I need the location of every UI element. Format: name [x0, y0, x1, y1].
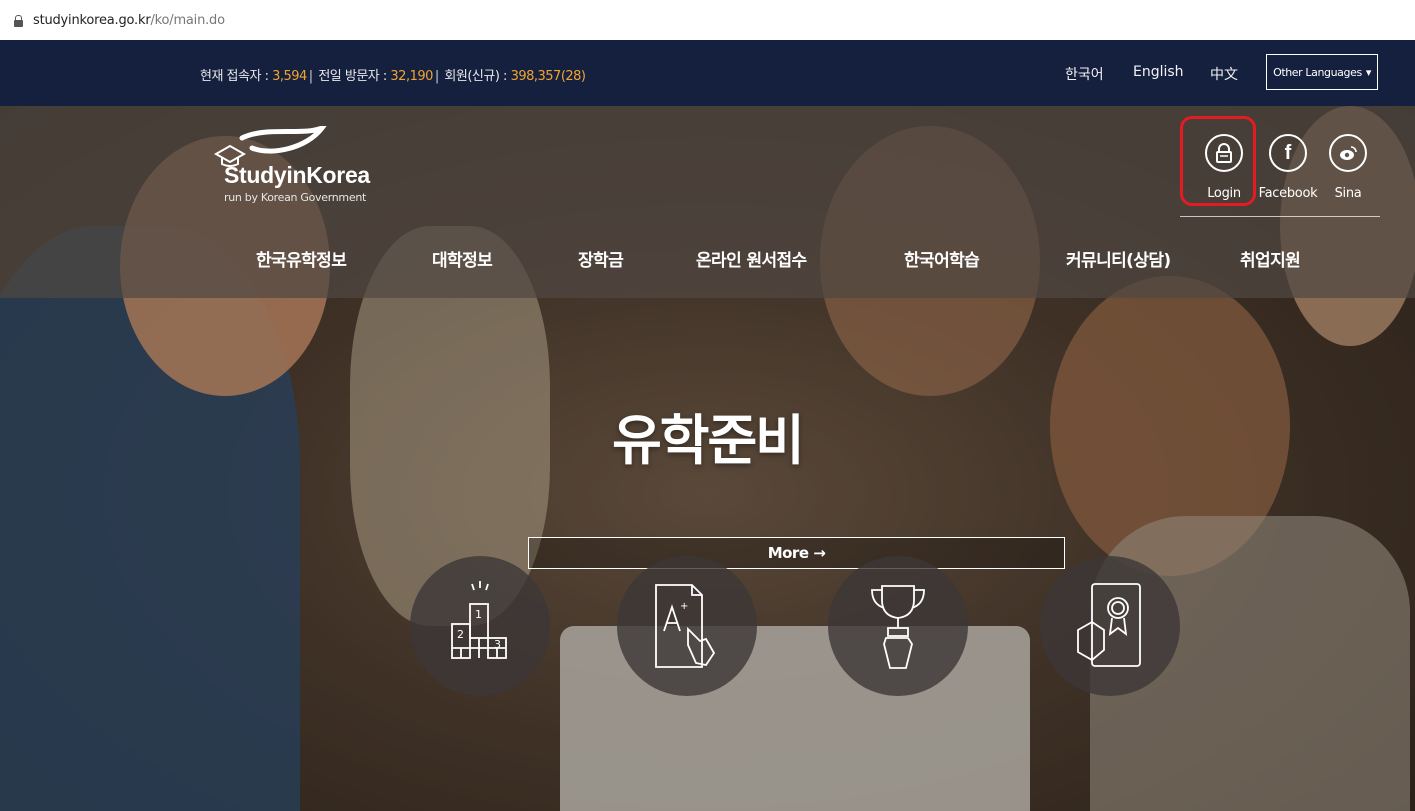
podium-icon: 1 2 3	[451, 581, 507, 659]
logo-subtitle: run by Korean Government	[224, 191, 367, 204]
svg-text:2: 2	[457, 628, 464, 641]
header: StudyinKorea run by Korean Government Lo…	[0, 106, 1415, 298]
grade-document-button[interactable]: +	[617, 556, 757, 696]
logo-name: StudyinKorea	[224, 162, 370, 188]
facebook-label: Facebook	[1258, 186, 1318, 201]
grade-document-icon: +	[655, 584, 716, 668]
nav-community[interactable]: 커뮤니티(상담)	[1066, 246, 1171, 271]
main-nav: 한국유학정보 대학정보 장학금 온라인 원서접수 한국어학습 커뮤니티(상담) …	[210, 246, 1380, 278]
lang-korean-link[interactable]: 한국어	[1065, 64, 1104, 84]
site-logo[interactable]: StudyinKorea run by Korean Government	[212, 126, 412, 216]
url-text[interactable]: studyinkorea.go.kr/ko/main.do	[33, 13, 225, 28]
more-button[interactable]: More →	[528, 537, 1065, 569]
members-count: 398,357(28)	[510, 69, 586, 84]
certificate-button[interactable]	[1040, 556, 1180, 696]
trophy-icon	[871, 585, 925, 669]
yesterday-visitors-count: 32,190	[390, 69, 433, 84]
top-bar: 현재 접속자 : 3,594 | 전일 방문자 : 32,190 | 회원(신규) …	[0, 40, 1415, 106]
visitor-stats: 현재 접속자 : 3,594 | 전일 방문자 : 32,190 | 회원(신규) …	[200, 69, 586, 84]
hero-title: 유학준비	[612, 409, 805, 472]
nav-online-application[interactable]: 온라인 원서접수	[696, 246, 807, 271]
svg-text:1: 1	[475, 608, 482, 621]
svg-text:3: 3	[494, 638, 501, 651]
hero-section: StudyinKorea run by Korean Government Lo…	[0, 106, 1415, 811]
nav-scholarship[interactable]: 장학금	[578, 246, 624, 271]
dropdown-arrow-icon: ▾	[1365, 65, 1372, 79]
lang-chinese-link[interactable]: 中文	[1210, 64, 1238, 84]
facebook-icon: f	[1269, 134, 1307, 172]
nav-employment-support[interactable]: 취업지원	[1240, 246, 1301, 271]
header-divider	[1180, 216, 1380, 217]
lock-icon	[14, 14, 23, 27]
current-users-count: 3,594	[272, 69, 307, 84]
trophy-button[interactable]	[828, 556, 968, 696]
certificate-icon	[1077, 583, 1141, 667]
nav-university-info[interactable]: 대학정보	[432, 246, 493, 271]
facebook-button[interactable]: f Facebook	[1258, 134, 1318, 201]
sina-label: Sina	[1334, 186, 1362, 201]
nav-korea-study-info[interactable]: 한국유학정보	[256, 246, 347, 271]
sina-button[interactable]: Sina	[1318, 134, 1378, 201]
sina-weibo-icon	[1329, 134, 1367, 172]
other-languages-select[interactable]: Other Languages ▾	[1266, 54, 1378, 90]
svg-text:+: +	[680, 601, 688, 612]
podium-button[interactable]: 1 2 3	[410, 556, 550, 696]
login-highlight	[1180, 116, 1256, 206]
browser-url-bar[interactable]: studyinkorea.go.kr/ko/main.do	[0, 0, 1415, 40]
nav-korean-learning[interactable]: 한국어학습	[904, 246, 980, 271]
lang-english-link[interactable]: English	[1133, 64, 1184, 80]
